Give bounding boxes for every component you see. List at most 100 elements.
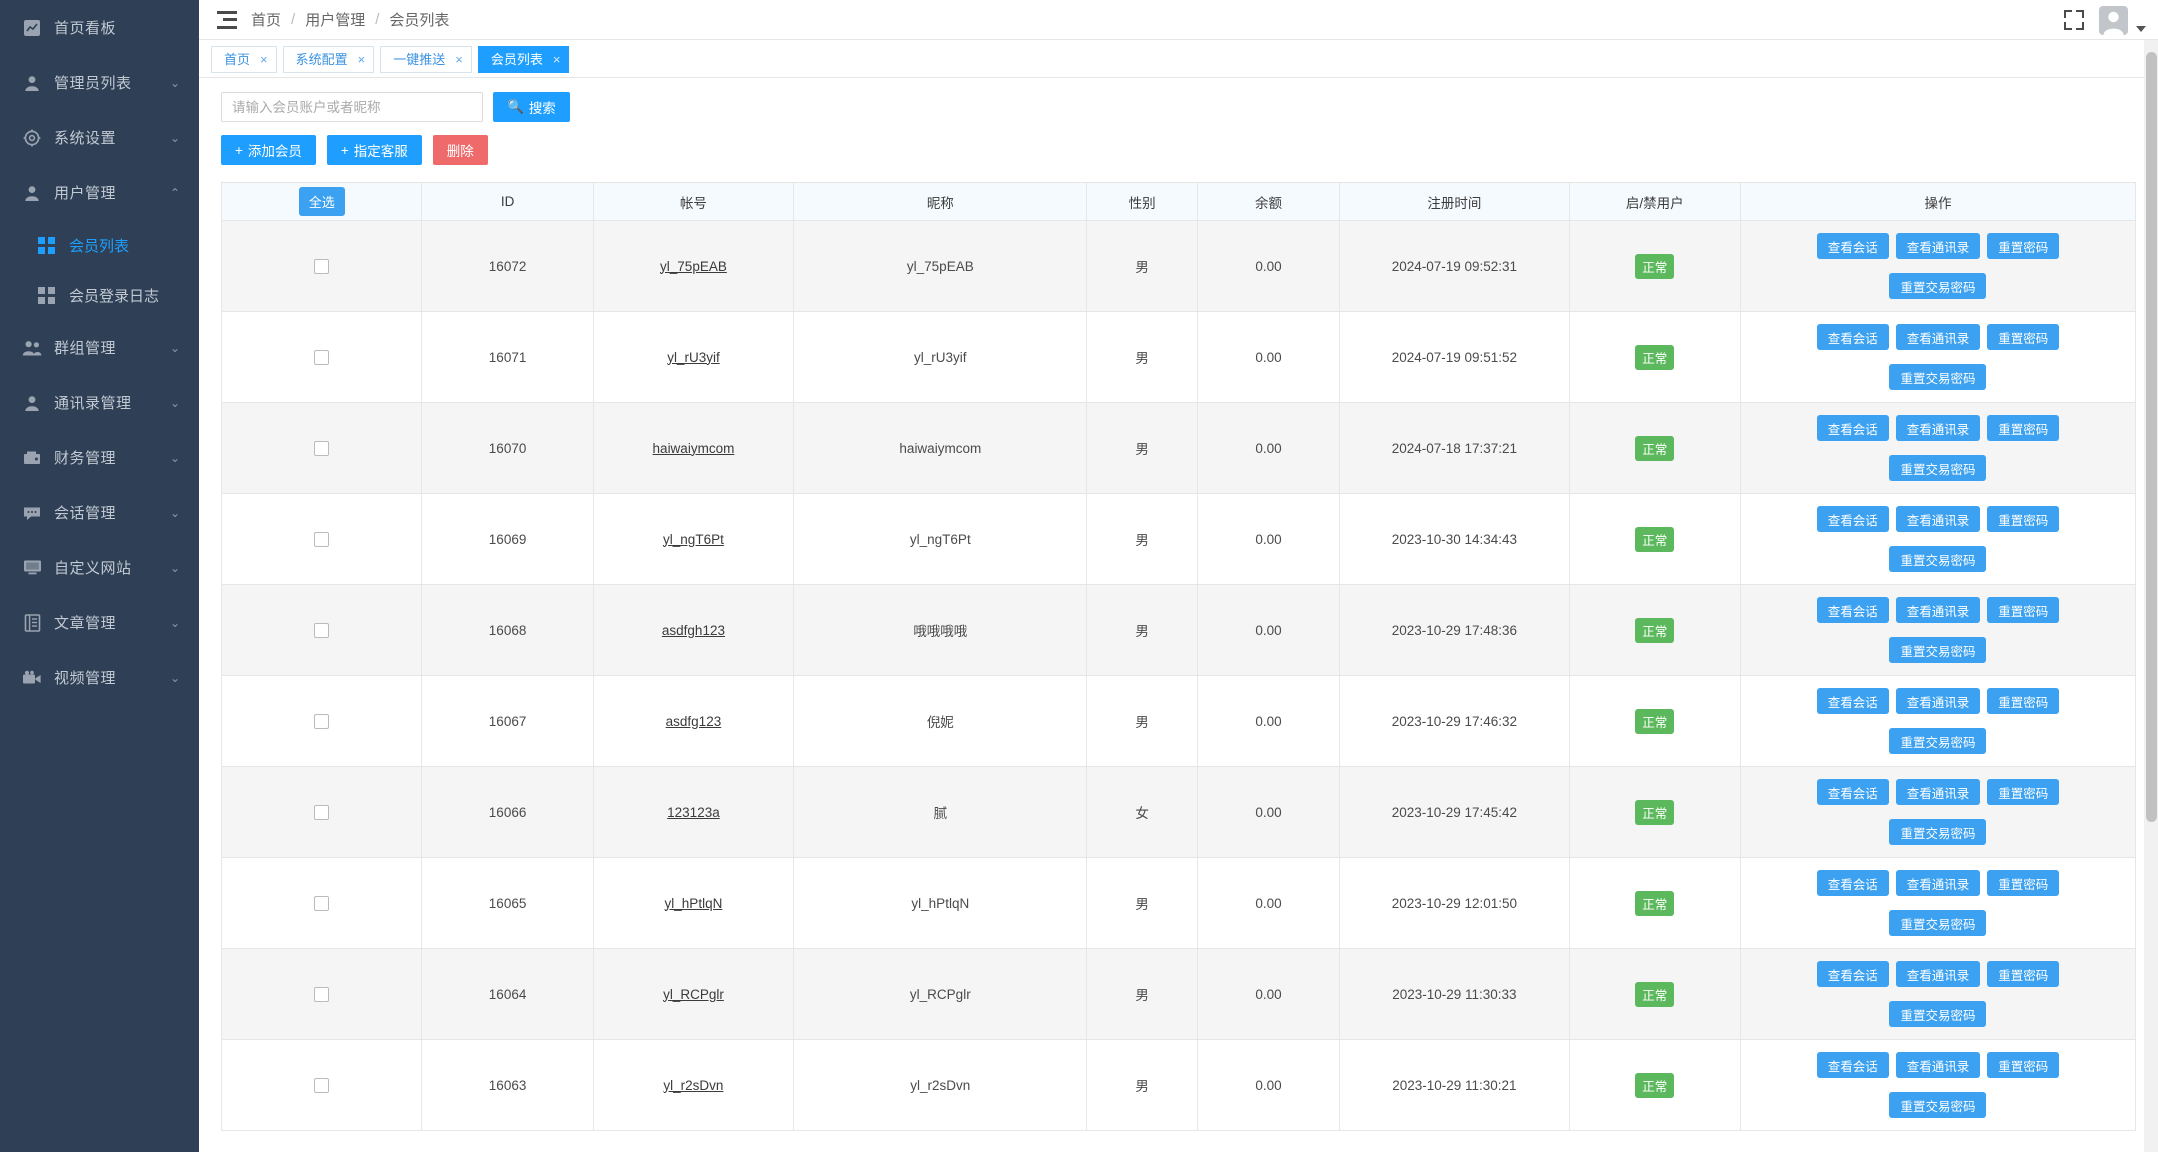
view-session-button[interactable]: 查看会话 [1817, 1052, 1889, 1078]
chevron-down-icon[interactable]: ⌄ [167, 451, 183, 465]
sidebar-item-11[interactable]: 视频管理⌄ [0, 650, 199, 705]
tab-close-icon[interactable]: × [260, 47, 268, 72]
view-session-button[interactable]: 查看会话 [1817, 688, 1889, 714]
row-checkbox[interactable] [314, 623, 329, 638]
reset-trade-password-button[interactable]: 重置交易密码 [1889, 728, 1986, 754]
row-checkbox[interactable] [314, 714, 329, 729]
row-account-link[interactable]: yl_hPtlqN [665, 896, 723, 911]
sidebar-subitem-2[interactable]: 会员登录日志 [0, 270, 199, 320]
row-account-link[interactable]: haiwaiymcom [653, 441, 735, 456]
sidebar-item-1[interactable]: 首页看板 [0, 0, 199, 55]
reset-password-button[interactable]: 重置密码 [1987, 597, 2059, 623]
reset-trade-password-button[interactable]: 重置交易密码 [1889, 455, 1986, 481]
reset-password-button[interactable]: 重置密码 [1987, 688, 2059, 714]
reset-trade-password-button[interactable]: 重置交易密码 [1889, 546, 1986, 572]
tab-close-icon[interactable]: × [455, 47, 463, 72]
reset-password-button[interactable]: 重置密码 [1987, 1052, 2059, 1078]
view-contacts-button[interactable]: 查看通讯录 [1896, 961, 1981, 987]
reset-trade-password-button[interactable]: 重置交易密码 [1889, 1092, 1986, 1118]
chevron-down-icon[interactable]: ⌄ [167, 396, 183, 410]
reset-trade-password-button[interactable]: 重置交易密码 [1889, 819, 1986, 845]
select-all-button[interactable]: 全选 [299, 187, 345, 216]
tab-1[interactable]: 首页× [211, 46, 277, 73]
search-input[interactable] [221, 92, 483, 122]
view-contacts-button[interactable]: 查看通讯录 [1896, 870, 1981, 896]
reset-password-button[interactable]: 重置密码 [1987, 324, 2059, 350]
sidebar-item-6[interactable]: 通讯录管理⌄ [0, 375, 199, 430]
status-badge[interactable]: 正常 [1635, 800, 1674, 825]
view-session-button[interactable]: 查看会话 [1817, 870, 1889, 896]
row-account-link[interactable]: yl_RCPglr [663, 987, 724, 1002]
breadcrumb-item-user-mgmt[interactable]: 用户管理 [305, 9, 365, 30]
breadcrumb-item-home[interactable]: 首页 [251, 9, 281, 30]
reset-trade-password-button[interactable]: 重置交易密码 [1889, 364, 1986, 390]
scrollbar-thumb[interactable] [2146, 52, 2157, 822]
sidebar-item-5[interactable]: 群组管理⌄ [0, 320, 199, 375]
row-checkbox[interactable] [314, 987, 329, 1002]
search-button[interactable]: 🔍 搜索 [493, 92, 570, 122]
view-contacts-button[interactable]: 查看通讯录 [1896, 506, 1981, 532]
status-badge[interactable]: 正常 [1635, 891, 1674, 916]
status-badge[interactable]: 正常 [1635, 618, 1674, 643]
chevron-down-icon[interactable]: ⌄ [167, 506, 183, 520]
sidebar-item-9[interactable]: 自定义网站⌄ [0, 540, 199, 595]
chevron-up-icon[interactable]: ⌃ [167, 186, 183, 200]
reset-password-button[interactable]: 重置密码 [1987, 961, 2059, 987]
row-account-link[interactable]: asdfgh123 [662, 623, 725, 638]
chevron-down-icon[interactable] [2136, 26, 2146, 32]
sidebar-item-3[interactable]: 系统设置⌄ [0, 110, 199, 165]
view-contacts-button[interactable]: 查看通讯录 [1896, 1052, 1981, 1078]
status-badge[interactable]: 正常 [1635, 527, 1674, 552]
row-checkbox[interactable] [314, 350, 329, 365]
avatar-icon[interactable] [2099, 6, 2128, 35]
tab-close-icon[interactable]: × [358, 47, 366, 72]
view-contacts-button[interactable]: 查看通讯录 [1896, 415, 1981, 441]
sidebar-subitem-1[interactable]: 会员列表 [0, 220, 199, 270]
chevron-down-icon[interactable]: ⌄ [167, 76, 183, 90]
view-session-button[interactable]: 查看会话 [1817, 324, 1889, 350]
row-account-link[interactable]: yl_r2sDvn [663, 1078, 723, 1093]
reset-password-button[interactable]: 重置密码 [1987, 506, 2059, 532]
row-checkbox[interactable] [314, 441, 329, 456]
view-contacts-button[interactable]: 查看通讯录 [1896, 233, 1981, 259]
hamburger-icon[interactable] [217, 11, 237, 29]
chevron-down-icon[interactable]: ⌄ [167, 616, 183, 630]
reset-trade-password-button[interactable]: 重置交易密码 [1889, 273, 1986, 299]
status-badge[interactable]: 正常 [1635, 982, 1674, 1007]
row-checkbox[interactable] [314, 805, 329, 820]
row-account-link[interactable]: yl_ngT6Pt [663, 532, 724, 547]
row-checkbox[interactable] [314, 259, 329, 274]
view-session-button[interactable]: 查看会话 [1817, 961, 1889, 987]
view-session-button[interactable]: 查看会话 [1817, 415, 1889, 441]
reset-password-button[interactable]: 重置密码 [1987, 415, 2059, 441]
row-checkbox[interactable] [314, 896, 329, 911]
reset-trade-password-button[interactable]: 重置交易密码 [1889, 637, 1986, 663]
add-member-button[interactable]: + 添加会员 [221, 135, 316, 165]
tab-close-icon[interactable]: × [553, 47, 561, 72]
status-badge[interactable]: 正常 [1635, 345, 1674, 370]
row-account-link[interactable]: yl_75pEAB [660, 259, 727, 274]
sidebar-item-10[interactable]: 文章管理⌄ [0, 595, 199, 650]
chevron-down-icon[interactable]: ⌄ [167, 561, 183, 575]
sidebar-item-8[interactable]: 会话管理⌄ [0, 485, 199, 540]
row-checkbox[interactable] [314, 532, 329, 547]
row-account-link[interactable]: asdfg123 [666, 714, 722, 729]
chevron-down-icon[interactable]: ⌄ [167, 341, 183, 355]
vertical-scrollbar[interactable] [2144, 40, 2158, 1152]
row-checkbox[interactable] [314, 1078, 329, 1093]
tab-2[interactable]: 系统配置× [283, 46, 375, 73]
view-contacts-button[interactable]: 查看通讯录 [1896, 324, 1981, 350]
status-badge[interactable]: 正常 [1635, 709, 1674, 734]
status-badge[interactable]: 正常 [1635, 436, 1674, 461]
sidebar-item-4[interactable]: 用户管理⌃ [0, 165, 199, 220]
row-account-link[interactable]: yl_rU3yif [667, 350, 720, 365]
assign-service-button[interactable]: + 指定客服 [327, 135, 422, 165]
chevron-down-icon[interactable]: ⌄ [167, 131, 183, 145]
reset-trade-password-button[interactable]: 重置交易密码 [1889, 1001, 1986, 1027]
view-session-button[interactable]: 查看会话 [1817, 597, 1889, 623]
row-account-link[interactable]: 123123a [667, 805, 720, 820]
reset-password-button[interactable]: 重置密码 [1987, 233, 2059, 259]
sidebar-item-2[interactable]: 管理员列表⌄ [0, 55, 199, 110]
tab-3[interactable]: 一键推送× [380, 46, 472, 73]
status-badge[interactable]: 正常 [1635, 1073, 1674, 1098]
